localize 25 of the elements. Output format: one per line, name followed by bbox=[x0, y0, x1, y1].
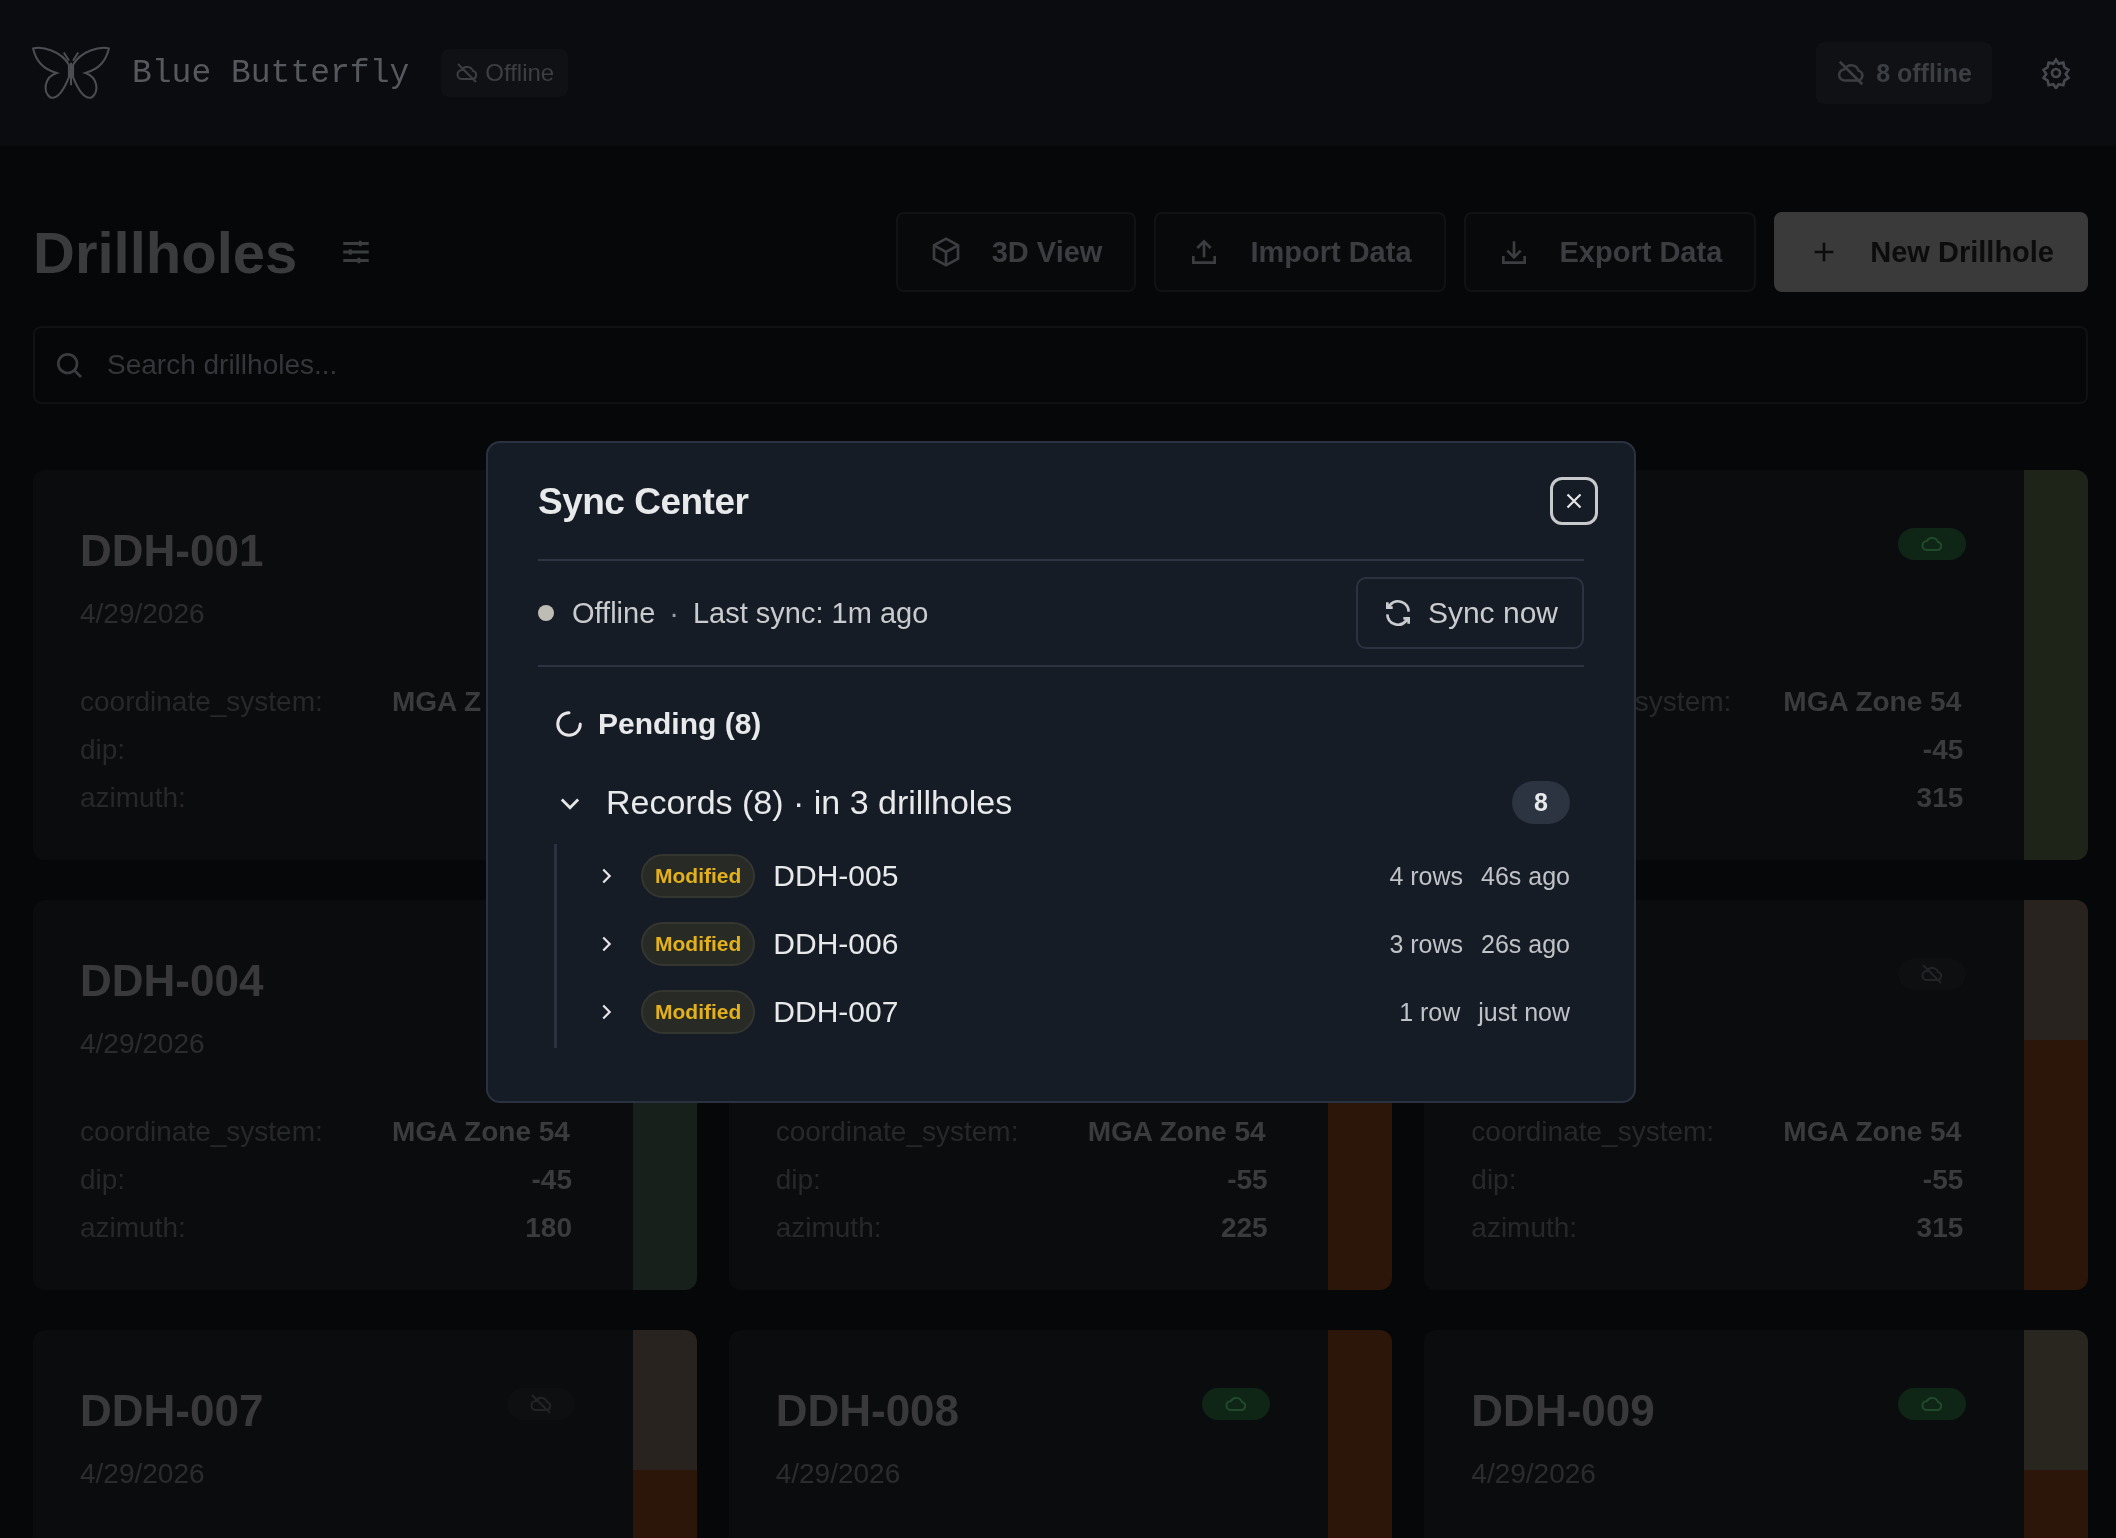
sync-now-button[interactable]: Sync now bbox=[1355, 577, 1584, 649]
separator: · bbox=[669, 596, 679, 630]
count-badge: 8 bbox=[1512, 781, 1570, 824]
row-count: 1 row bbox=[1399, 997, 1461, 1027]
change-tag: Modified bbox=[641, 854, 756, 898]
butterfly-icon bbox=[30, 44, 112, 102]
last-sync-text: Last sync: 1m ago bbox=[692, 596, 929, 630]
status-text: Offline bbox=[572, 596, 656, 630]
app-name: Blue Butterfly bbox=[132, 54, 410, 92]
change-time: 46s ago bbox=[1481, 861, 1570, 891]
drillhole-name: DDH-007 bbox=[773, 995, 899, 1029]
dialog-title: Sync Center bbox=[538, 481, 749, 523]
drillhole-name: DDH-006 bbox=[773, 927, 899, 961]
change-tag: Modified bbox=[641, 990, 756, 1034]
pending-heading: Pending (8) bbox=[598, 707, 762, 741]
change-time: 26s ago bbox=[1481, 929, 1570, 959]
change-time: just now bbox=[1478, 997, 1570, 1027]
spinner-icon bbox=[554, 709, 584, 739]
drillhole-name: DDH-005 bbox=[773, 859, 899, 893]
records-group-toggle[interactable]: Records (8) · in 3 drillholes bbox=[556, 783, 1013, 822]
row-count: 3 rows bbox=[1389, 929, 1464, 959]
status-dot bbox=[538, 605, 554, 621]
row-count: 4 rows bbox=[1389, 861, 1464, 891]
change-tag: Modified bbox=[641, 922, 756, 966]
close-button[interactable] bbox=[1550, 477, 1598, 525]
